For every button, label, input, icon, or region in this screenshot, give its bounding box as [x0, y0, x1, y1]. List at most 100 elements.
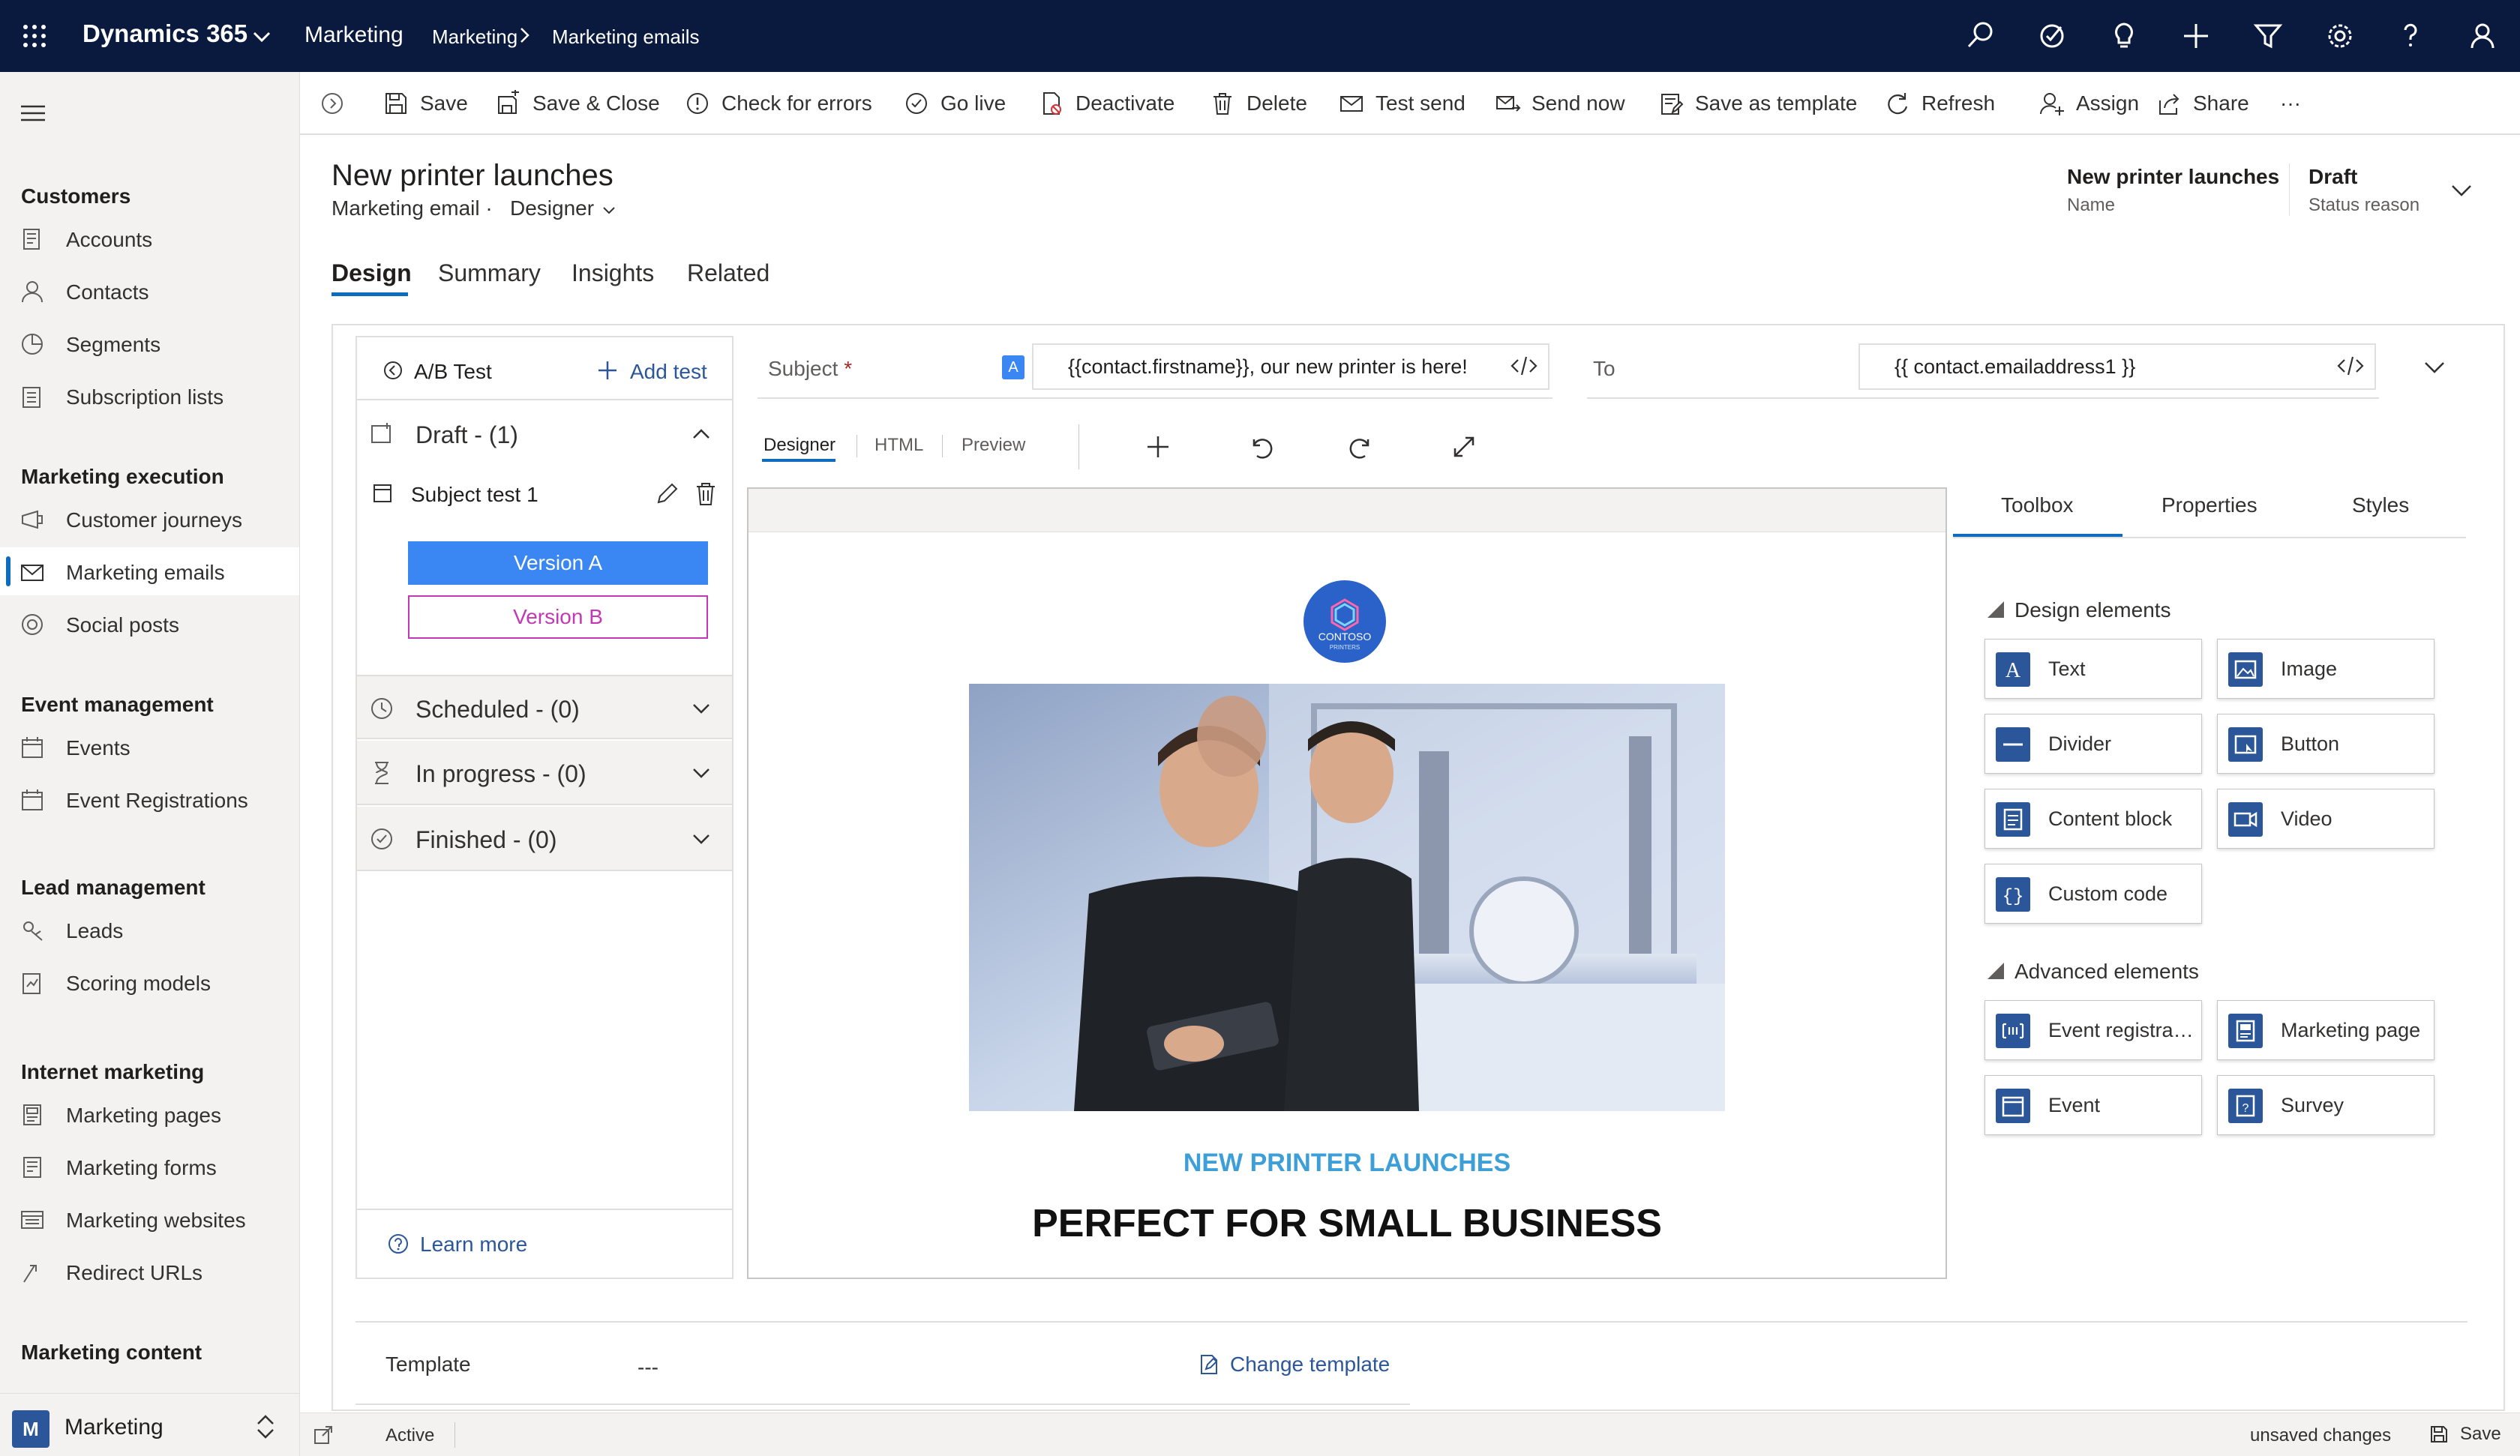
tab-design[interactable]: Design: [332, 259, 412, 287]
chevron-down-icon[interactable]: [600, 201, 618, 219]
hero-image[interactable]: [969, 684, 1725, 1111]
sidebar-item-customer-journeys[interactable]: Customer journeys: [0, 495, 299, 543]
sidebar-item-events[interactable]: Events: [0, 723, 299, 771]
sidebar-item-segments[interactable]: Segments: [0, 319, 299, 367]
settings-icon[interactable]: [2322, 18, 2358, 54]
finished-section[interactable]: Finished - (0): [357, 807, 732, 871]
send-now-button[interactable]: Send now: [1494, 87, 1625, 120]
footer-save-button[interactable]: Save: [2428, 1424, 2501, 1445]
more-button[interactable]: ···: [2280, 87, 2301, 120]
in-progress-section[interactable]: In progress - (0): [357, 741, 732, 805]
tool-event-registration[interactable]: Event registration: [1984, 1000, 2202, 1060]
edit-icon[interactable]: [654, 481, 680, 507]
check-for-errors-button[interactable]: Check for errors: [684, 87, 872, 120]
tool-event[interactable]: Event: [1984, 1075, 2202, 1135]
form-selector[interactable]: Designer: [510, 196, 594, 220]
sidebar-item-event-registrations[interactable]: Event Registrations: [0, 775, 299, 823]
tool-custom-code[interactable]: {} Custom code: [1984, 864, 2202, 924]
code-icon[interactable]: [2336, 351, 2366, 381]
subject-input[interactable]: {{contact.firstname}}, our new printer i…: [1032, 343, 1550, 390]
add-icon[interactable]: [596, 358, 620, 382]
learn-more-link[interactable]: Learn more: [420, 1233, 527, 1257]
collapse-triangle-icon[interactable]: [1988, 963, 2004, 979]
tool-divider[interactable]: Divider: [1984, 714, 2202, 774]
redo-icon[interactable]: [1346, 430, 1378, 463]
change-template-link[interactable]: Change template: [1197, 1353, 1390, 1377]
tab-designer[interactable]: Designer: [764, 435, 836, 456]
assign-button[interactable]: Assign: [2038, 87, 2139, 120]
code-icon[interactable]: [1509, 351, 1539, 381]
email-kicker-text[interactable]: NEW PRINTER LAUNCHES: [748, 1149, 1946, 1178]
to-input[interactable]: {{ contact.emailaddress1 }}: [1858, 343, 2376, 390]
chevron-down-icon[interactable]: [250, 22, 273, 49]
sidebar-item-contacts[interactable]: Contacts: [0, 267, 299, 315]
back-icon[interactable]: [320, 87, 345, 120]
go-live-button[interactable]: Go live: [903, 87, 1006, 120]
sidebar-item-marketing-pages[interactable]: Marketing pages: [0, 1090, 299, 1138]
brand-title[interactable]: Dynamics 365: [82, 19, 248, 48]
tool-button[interactable]: Button: [2217, 714, 2434, 774]
save-button[interactable]: Save: [382, 87, 468, 120]
draft-section[interactable]: Draft - (1): [357, 402, 732, 466]
sidebar-item-subscription-lists[interactable]: Subscription lists: [0, 372, 299, 420]
tool-image[interactable]: Image: [2217, 639, 2434, 699]
fullscreen-icon[interactable]: [1448, 430, 1480, 463]
task-icon[interactable]: [2034, 18, 2070, 54]
deactivate-button[interactable]: Deactivate: [1038, 87, 1174, 120]
sidebar-item-redirect-urls[interactable]: Redirect URLs: [0, 1248, 299, 1296]
hamburger-icon[interactable]: [20, 102, 46, 124]
app-name[interactable]: Marketing: [304, 22, 404, 48]
add-element-icon[interactable]: [1142, 430, 1174, 463]
sidebar-item-marketing-forms[interactable]: Marketing forms: [0, 1143, 299, 1191]
delete-icon[interactable]: [694, 481, 717, 507]
tab-preview[interactable]: Preview: [962, 435, 1025, 456]
chevron-down-icon[interactable]: [690, 762, 712, 784]
delete-button[interactable]: Delete: [1209, 87, 1307, 120]
save-as-template-button[interactable]: Save as template: [1658, 87, 1857, 120]
version-b-button[interactable]: Version B: [408, 595, 708, 639]
tab-styles[interactable]: Styles: [2352, 493, 2409, 517]
tab-insights[interactable]: Insights: [572, 259, 654, 287]
tab-related[interactable]: Related: [687, 259, 770, 287]
refresh-button[interactable]: Refresh: [1884, 87, 1995, 120]
sidebar-item-leads[interactable]: Leads: [0, 906, 299, 954]
chevron-down-icon[interactable]: [690, 828, 712, 850]
tab-html[interactable]: HTML: [874, 435, 923, 456]
share-button[interactable]: Share: [2156, 87, 2249, 120]
sidebar-item-marketing-websites[interactable]: Marketing websites: [0, 1195, 299, 1243]
test-checkbox-icon[interactable]: [372, 483, 394, 505]
undo-icon[interactable]: [1244, 430, 1276, 463]
chevron-down-icon[interactable]: [2420, 352, 2450, 382]
email-canvas[interactable]: CONTOSO PRINTERS NEW PRINTER LAUNCHES PE…: [747, 487, 1947, 1279]
filter-icon[interactable]: [2250, 18, 2286, 54]
version-a-button[interactable]: Version A: [408, 541, 708, 585]
test-send-button[interactable]: Test send: [1338, 87, 1466, 120]
contoso-logo[interactable]: CONTOSO PRINTERS: [1304, 580, 1386, 663]
sidebar-item-marketing-emails[interactable]: Marketing emails: [0, 547, 299, 595]
sidebar-item-scoring-models[interactable]: Scoring models: [0, 958, 299, 1006]
area-switcher[interactable]: M Marketing: [0, 1393, 299, 1456]
tool-content-block[interactable]: Content block: [1984, 789, 2202, 849]
sidebar-item-social-posts[interactable]: Social posts: [0, 600, 299, 648]
collapse-triangle-icon[interactable]: [1988, 601, 2004, 618]
help-icon[interactable]: [2392, 18, 2428, 54]
app-launcher-icon[interactable]: [20, 21, 50, 51]
tab-toolbox[interactable]: Toolbox: [2001, 493, 2074, 517]
sidebar-item-accounts[interactable]: Accounts: [0, 214, 299, 262]
tab-properties[interactable]: Properties: [2162, 493, 2258, 517]
tool-text[interactable]: A Text: [1984, 639, 2202, 699]
chevron-up-down-icon[interactable]: [250, 1409, 280, 1445]
plus-icon[interactable]: [2178, 18, 2214, 54]
breadcrumb-marketing[interactable]: Marketing: [432, 25, 518, 49]
search-icon[interactable]: [1962, 18, 1998, 54]
chevron-down-icon[interactable]: [690, 697, 712, 720]
tool-survey[interactable]: ? Survey: [2217, 1075, 2434, 1135]
open-in-new-window-icon[interactable]: [312, 1424, 334, 1446]
add-test-button[interactable]: Add test: [630, 360, 707, 384]
email-headline[interactable]: PERFECT FOR SMALL BUSINESS: [748, 1201, 1946, 1246]
user-icon[interactable]: [2464, 18, 2500, 54]
expand-header-icon[interactable]: [2448, 177, 2475, 204]
lightbulb-icon[interactable]: [2106, 18, 2142, 54]
chevron-up-icon[interactable]: [690, 423, 712, 445]
tab-summary[interactable]: Summary: [438, 259, 541, 287]
